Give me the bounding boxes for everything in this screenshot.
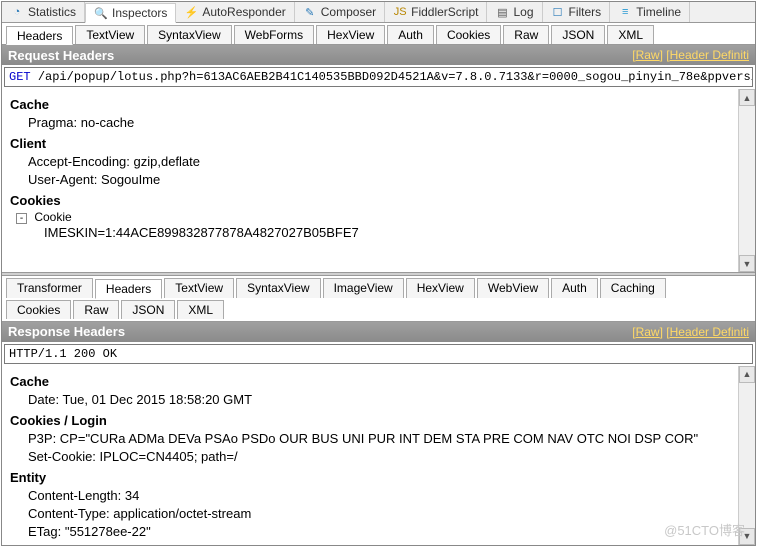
entity-group[interactable]: Entity — [10, 470, 753, 485]
subtab-headers[interactable]: Headers — [95, 279, 162, 299]
status-line[interactable]: HTTP/1.1 200 OK — [4, 344, 753, 364]
tab-label: Log — [513, 5, 533, 19]
request-tabs: HeadersTextViewSyntaxViewWebFormsHexView… — [2, 23, 755, 45]
header-item[interactable]: Date: Tue, 01 Dec 2015 18:58:20 GMT — [28, 391, 753, 409]
cookies-login-group[interactable]: Cookies / Login — [10, 413, 753, 428]
client-group[interactable]: Client — [10, 136, 753, 151]
subtab-cookies[interactable]: Cookies — [436, 25, 501, 44]
header-item[interactable]: Pragma: no-cache — [28, 114, 753, 132]
scroll-up-icon[interactable]: ▲ — [739, 366, 755, 383]
subtab-textview[interactable]: TextView — [75, 25, 145, 44]
request-line[interactable]: GET /api/popup/lotus.php?h=613AC6AEB2B41… — [4, 67, 753, 87]
response-content: Cache Date: Tue, 01 Dec 2015 18:58:20 GM… — [2, 366, 755, 545]
cookies-group[interactable]: Cookies — [10, 193, 753, 208]
header-def-link[interactable]: Header Definiti — [670, 325, 749, 339]
scrollbar[interactable]: ▲ ▼ — [738, 366, 755, 545]
subtab-webview[interactable]: WebView — [477, 278, 549, 298]
subtab-auth[interactable]: Auth — [387, 25, 434, 44]
cache-group[interactable]: Cache — [10, 374, 753, 389]
header-item[interactable]: Content-Type: application/octet-stream — [28, 505, 753, 523]
subtab-auth[interactable]: Auth — [551, 278, 598, 298]
response-header-links: [Raw] [Header Definiti — [632, 325, 749, 339]
tab-inspectors[interactable]: 🔍 Inspectors — [85, 3, 176, 23]
subtab-raw[interactable]: Raw — [73, 300, 119, 319]
timeline-icon: ≡ — [618, 5, 632, 19]
subtab-transformer[interactable]: Transformer — [6, 278, 93, 298]
response-headers-title: Response Headers — [8, 324, 125, 339]
subtab-textview[interactable]: TextView — [164, 278, 234, 298]
header-item[interactable]: P3P: CP="CURa ADMa DEVa PSAo PSDo OUR BU… — [28, 430, 753, 448]
tab-label: Inspectors — [112, 6, 167, 20]
scroll-track[interactable] — [739, 106, 755, 255]
subtab-xml[interactable]: XML — [177, 300, 224, 319]
http-status: HTTP/1.1 200 OK — [9, 347, 117, 361]
header-item[interactable]: Set-Cookie: IPLOC=CN4405; path=/ — [28, 448, 753, 466]
fiddlerscript-icon: JS — [393, 5, 407, 19]
subtab-caching[interactable]: Caching — [600, 278, 666, 298]
statistics-icon: ◔ — [10, 5, 24, 19]
subtab-json[interactable]: JSON — [121, 300, 175, 319]
tab-statistics[interactable]: ◔ Statistics — [2, 2, 85, 22]
scroll-up-icon[interactable]: ▲ — [739, 89, 755, 106]
composer-icon: ✎ — [303, 5, 317, 19]
tab-label: Composer — [321, 5, 376, 19]
tab-composer[interactable]: ✎ Composer — [295, 2, 385, 22]
request-url: /api/popup/lotus.php?h=613AC6AEB2B41C140… — [38, 70, 753, 84]
subtab-syntaxview[interactable]: SyntaxView — [236, 278, 320, 298]
tab-label: Filters — [569, 5, 602, 19]
tree-collapse-icon[interactable]: - — [16, 213, 27, 224]
tab-log[interactable]: ▤ Log — [487, 2, 542, 22]
cookie-tree-label[interactable]: Cookie — [34, 210, 71, 224]
filters-icon: ☐ — [551, 5, 565, 19]
header-item[interactable]: User-Agent: SogouIme — [28, 171, 753, 189]
tab-label: FiddlerScript — [411, 5, 478, 19]
tab-label: Statistics — [28, 5, 76, 19]
tab-label: AutoResponder — [202, 5, 285, 19]
scrollbar[interactable]: ▲ ▼ — [738, 89, 755, 272]
autoresponder-icon: ⚡ — [184, 5, 198, 19]
scroll-down-icon[interactable]: ▼ — [739, 255, 755, 272]
subtab-hexview[interactable]: HexView — [316, 25, 385, 44]
request-content: Cache Pragma: no-cache Client Accept-Enc… — [2, 89, 755, 272]
response-headers-bar: Response Headers [Raw] [Header Definiti — [2, 322, 755, 342]
request-header-links: [Raw] [Header Definiti — [632, 48, 749, 62]
subtab-syntaxview[interactable]: SyntaxView — [147, 25, 231, 44]
tab-label: Timeline — [636, 5, 681, 19]
main-tabs: ◔ Statistics 🔍 Inspectors ⚡ AutoResponder ✎ Com… — [2, 2, 755, 23]
subtab-headers[interactable]: Headers — [6, 26, 73, 45]
raw-link[interactable]: Raw — [636, 48, 660, 62]
watermark: @51CTO博客 — [664, 520, 745, 539]
subtab-xml[interactable]: XML — [607, 25, 654, 44]
cache-group[interactable]: Cache — [10, 97, 753, 112]
tab-timeline[interactable]: ≡ Timeline — [610, 2, 690, 22]
subtab-json[interactable]: JSON — [551, 25, 605, 44]
header-item[interactable]: ETag: "551278ee-22" — [28, 523, 753, 541]
subtab-webforms[interactable]: WebForms — [234, 25, 314, 44]
http-method: GET — [9, 70, 31, 84]
tab-autoresponder[interactable]: ⚡ AutoResponder — [176, 2, 294, 22]
header-item[interactable]: Content-Length: 34 — [28, 487, 753, 505]
request-headers-bar: Request Headers [Raw] [Header Definiti — [2, 45, 755, 65]
tab-filters[interactable]: ☐ Filters — [543, 2, 611, 22]
request-headers-title: Request Headers — [8, 48, 114, 63]
header-def-link[interactable]: Header Definiti — [670, 48, 749, 62]
header-item[interactable]: Accept-Encoding: gzip,deflate — [28, 153, 753, 171]
log-icon: ▤ — [495, 5, 509, 19]
header-item[interactable]: IMESKIN=1:44ACE899832877878A4827027B05BF… — [44, 224, 753, 242]
subtab-cookies[interactable]: Cookies — [6, 300, 71, 319]
raw-link[interactable]: Raw — [636, 325, 660, 339]
response-tabs: TransformerHeadersTextViewSyntaxViewImag… — [2, 276, 755, 322]
inspectors-icon: 🔍 — [94, 6, 108, 20]
tab-fiddlerscript[interactable]: JS FiddlerScript — [385, 2, 487, 22]
scroll-track[interactable] — [739, 383, 755, 528]
subtab-imageview[interactable]: ImageView — [323, 278, 404, 298]
subtab-hexview[interactable]: HexView — [406, 278, 475, 298]
subtab-raw[interactable]: Raw — [503, 25, 549, 44]
